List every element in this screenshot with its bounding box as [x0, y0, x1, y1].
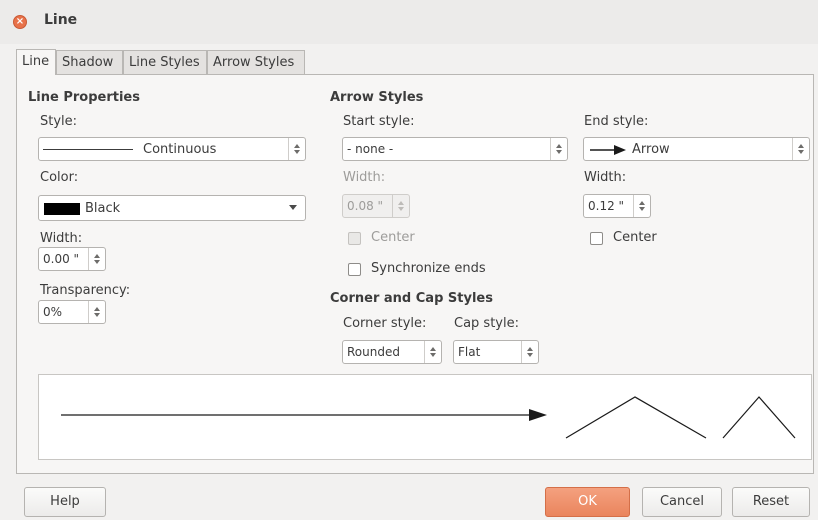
line-style-preview — [43, 149, 133, 150]
corner-style-label: Corner style: — [343, 316, 427, 331]
color-value: Black — [85, 201, 121, 216]
start-width-spin-icon[interactable] — [392, 195, 409, 217]
tab-line-styles[interactable]: Line Styles — [123, 50, 207, 74]
cap-style-select[interactable]: Flat — [453, 340, 539, 364]
help-button[interactable]: Help — [24, 487, 106, 517]
cancel-button[interactable]: Cancel — [642, 487, 722, 517]
arrow-styles-heading: Arrow Styles — [330, 90, 424, 105]
preview-drawing — [61, 396, 796, 439]
color-swatch — [44, 203, 80, 215]
start-style-value: - none - — [347, 142, 394, 156]
tab-line[interactable]: Line — [16, 49, 56, 75]
reset-button[interactable]: Reset — [732, 487, 810, 517]
line-style-select[interactable]: Continuous — [38, 137, 306, 161]
line-width-value: 0.00 " — [43, 252, 80, 266]
cap-style-label: Cap style: — [454, 316, 519, 331]
corner-style-spin-icon[interactable] — [424, 341, 441, 363]
chevron-down-icon — [289, 205, 297, 210]
line-width-spin-icon[interactable] — [88, 248, 105, 270]
tab-shadow[interactable]: Shadow — [56, 50, 123, 74]
close-icon[interactable]: × — [13, 15, 27, 29]
preview-arrow-head — [529, 409, 547, 421]
transparency-spinbox[interactable]: 0% — [38, 300, 106, 324]
corner-style-value: Rounded — [347, 345, 400, 359]
line-style-value: Continuous — [143, 142, 217, 157]
ok-button[interactable]: OK — [545, 487, 630, 517]
color-select[interactable]: Black — [38, 195, 306, 221]
title-bar — [0, 0, 818, 44]
window-title: Line — [44, 12, 78, 28]
end-width-label: Width: — [584, 170, 627, 185]
transparency-label: Transparency: — [40, 283, 131, 298]
arrow-icon — [590, 145, 626, 155]
end-width-spin-icon[interactable] — [633, 195, 650, 217]
start-style-select[interactable]: - none - — [342, 137, 568, 161]
width-label: Width: — [40, 231, 83, 246]
color-label: Color: — [40, 170, 79, 185]
start-width-label: Width: — [343, 170, 386, 185]
end-style-label: End style: — [584, 114, 649, 129]
line-preview — [38, 374, 812, 460]
synchronize-ends-label: Synchronize ends — [371, 261, 486, 276]
tab-arrow-styles[interactable]: Arrow Styles — [207, 50, 305, 74]
synchronize-ends-checkbox[interactable] — [348, 263, 361, 276]
corner-cap-heading: Corner and Cap Styles — [330, 291, 493, 306]
corner-style-select[interactable]: Rounded — [342, 340, 442, 364]
end-width-value: 0.12 " — [588, 199, 625, 213]
preview-corner-wide — [565, 396, 707, 439]
start-center-checkbox[interactable] — [348, 232, 361, 245]
start-style-spin-icon[interactable] — [550, 138, 567, 160]
end-style-select[interactable]: Arrow — [583, 137, 810, 161]
end-style-spin-icon[interactable] — [792, 138, 809, 160]
end-center-label: Center — [613, 230, 657, 245]
end-width-spinbox[interactable]: 0.12 " — [583, 194, 651, 218]
line-style-spin-icon[interactable] — [288, 138, 305, 160]
start-width-spinbox[interactable]: 0.08 " — [342, 194, 410, 218]
cap-style-value: Flat — [458, 345, 481, 359]
preview-corner-narrow — [722, 396, 796, 439]
cap-style-spin-icon[interactable] — [521, 341, 538, 363]
end-style-value: Arrow — [632, 142, 670, 157]
start-center-label: Center — [371, 230, 415, 245]
start-width-value: 0.08 " — [347, 199, 384, 213]
start-style-label: Start style: — [343, 114, 415, 129]
line-width-spinbox[interactable]: 0.00 " — [38, 247, 106, 271]
line-properties-heading: Line Properties — [28, 90, 140, 105]
end-center-checkbox[interactable] — [590, 232, 603, 245]
transparency-spin-icon[interactable] — [88, 301, 105, 323]
style-label: Style: — [40, 114, 78, 129]
transparency-value: 0% — [43, 305, 63, 319]
